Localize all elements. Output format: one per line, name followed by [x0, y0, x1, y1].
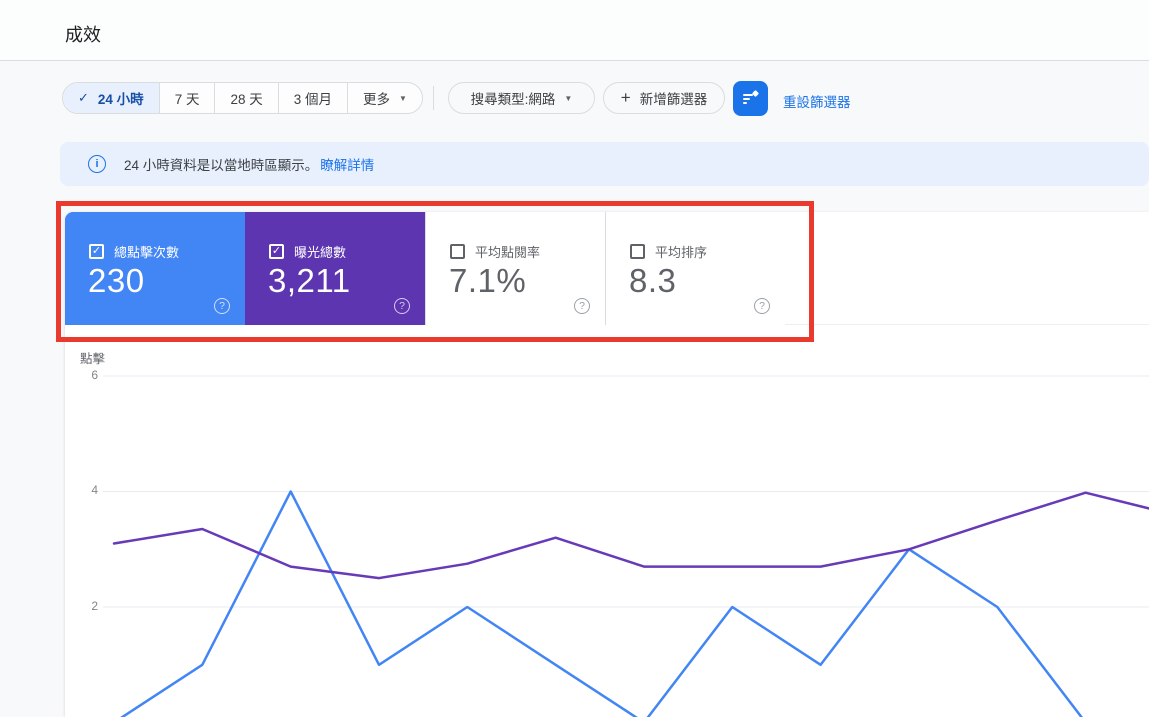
tab-24h[interactable]: ✓ 24 小時	[63, 83, 160, 113]
tab-more[interactable]: 更多 ▼	[348, 83, 422, 113]
card-value: 3,211	[268, 262, 351, 300]
help-icon[interactable]: ?	[214, 298, 230, 314]
learn-more-link[interactable]: 瞭解詳情	[320, 154, 374, 174]
add-filter-button[interactable]: + 新增篩選器	[603, 82, 725, 114]
card-total-clicks[interactable]: ✓ 總點擊次數 230 ?	[65, 212, 245, 325]
card-label: 總點擊次數	[114, 242, 179, 261]
clicks-line	[114, 492, 1149, 717]
card-value: 230	[88, 262, 145, 300]
help-icon[interactable]: ?	[754, 298, 770, 314]
checkbox-checked-icon[interactable]: ✓	[269, 244, 284, 259]
search-type-label: 搜尋類型:網路	[471, 88, 556, 108]
tab-label: 28 天	[230, 88, 262, 108]
chevron-down-icon: ▼	[564, 94, 572, 103]
info-icon: i	[88, 155, 106, 173]
tab-3mo[interactable]: 3 個月	[279, 83, 348, 113]
plus-icon: +	[621, 88, 631, 108]
card-average-position[interactable]: 平均排序 8.3 ?	[605, 212, 785, 325]
card-label: 平均點閱率	[475, 242, 540, 261]
filter-settings-button[interactable]	[733, 81, 768, 116]
performance-panel: ✓ 總點擊次數 230 ? ✓ 曝光總數 3,211 ? 平均點閱率 7.1% …	[65, 212, 1149, 717]
card-value: 7.1%	[449, 262, 526, 300]
tab-label: 7 天	[175, 88, 200, 108]
date-range-tabs: ✓ 24 小時 7 天 28 天 3 個月 更多 ▼	[62, 82, 423, 114]
checkbox-unchecked-icon[interactable]	[450, 244, 465, 259]
checkbox-checked-icon[interactable]: ✓	[89, 244, 104, 259]
performance-line-chart[interactable]	[65, 342, 1149, 717]
tab-label: 更多	[363, 88, 390, 108]
card-total-impressions[interactable]: ✓ 曝光總數 3,211 ?	[245, 212, 425, 325]
page-header: 成效	[0, 0, 1149, 61]
card-label: 曝光總數	[294, 242, 346, 261]
filter-funnel-sparkle-icon	[742, 90, 760, 108]
tab-label: 24 小時	[98, 88, 144, 108]
toolbar-divider	[433, 86, 434, 110]
chevron-down-icon: ▼	[399, 94, 407, 103]
tab-28d[interactable]: 28 天	[215, 83, 278, 113]
banner-text: 24 小時資料是以當地時區顯示。	[124, 154, 318, 174]
metric-cards-row: ✓ 總點擊次數 230 ? ✓ 曝光總數 3,211 ? 平均點閱率 7.1% …	[65, 212, 1149, 325]
info-banner: i 24 小時資料是以當地時區顯示。 瞭解詳情	[60, 142, 1149, 186]
page-title: 成效	[65, 21, 101, 47]
help-icon[interactable]: ?	[394, 298, 410, 314]
reset-filters-link[interactable]: 重設篩選器	[783, 91, 851, 111]
check-icon: ✓	[78, 90, 89, 106]
help-icon[interactable]: ?	[574, 298, 590, 314]
checkbox-unchecked-icon[interactable]	[630, 244, 645, 259]
card-value: 8.3	[629, 262, 676, 300]
card-label: 平均排序	[655, 242, 707, 261]
add-filter-label: 新增篩選器	[640, 88, 708, 108]
search-type-button[interactable]: 搜尋類型:網路 ▼	[448, 82, 595, 114]
tab-7d[interactable]: 7 天	[160, 83, 216, 113]
tab-label: 3 個月	[294, 88, 332, 108]
card-average-ctr[interactable]: 平均點閱率 7.1% ?	[425, 212, 605, 325]
